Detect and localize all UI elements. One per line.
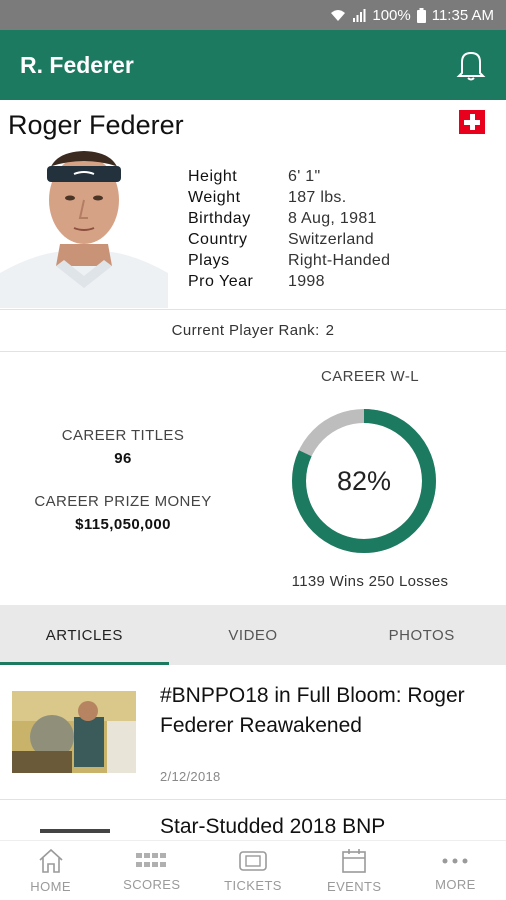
career-prize-money: CAREER PRIZE MONEY $115,050,000 [0, 493, 246, 533]
nav-events[interactable]: EVENTS [304, 841, 405, 900]
career-wl-percent: 82% [336, 465, 392, 496]
article-title[interactable]: #BNPPO18 in Full Bloom: Roger Federer Re… [160, 681, 490, 741]
article-thumbnail[interactable] [40, 829, 110, 833]
stat-value: Switzerland [288, 230, 375, 248]
nav-label: SCORES [123, 876, 181, 892]
nav-scores[interactable]: SCORES [101, 841, 202, 900]
bottom-nav: HOME SCORES TICKETS EVENTS MORE [0, 840, 506, 900]
stat-row-birthday: Birthday 8 Aug, 1981 [188, 208, 390, 229]
app-bar: R. Federer [0, 30, 506, 100]
nav-label: TICKETS [224, 877, 282, 893]
notification-bell-icon[interactable] [456, 48, 486, 82]
swiss-flag-icon [459, 110, 485, 134]
stat-value: Right-Handed [288, 251, 391, 269]
career-wl-summary: 1139 Wins 250 Losses [291, 573, 449, 590]
events-icon [342, 848, 367, 873]
tab-articles[interactable]: ARTICLES [0, 605, 169, 665]
articles-list: #BNPPO18 in Full Bloom: Roger Federer Re… [0, 665, 506, 840]
stat-label: Pro Year [188, 272, 254, 290]
stat-row-pro-year: Pro Year 1998 [188, 271, 390, 292]
player-stats: Height 6' 1" Weight 187 lbs. Birthday 8 … [188, 166, 390, 292]
article-thumbnail[interactable] [12, 691, 136, 773]
article-date: 2/12/2018 [160, 769, 221, 784]
career-prize-value: $115,050,000 [75, 516, 171, 533]
tickets-icon [239, 850, 267, 871]
career-stats: CAREER TITLES 96 CAREER PRIZE MONEY $115… [0, 352, 506, 605]
stat-label: Weight [188, 188, 241, 206]
player-name: Roger Federer [8, 110, 184, 140]
stat-value: 8 Aug, 1981 [288, 209, 377, 227]
home-icon [39, 848, 63, 873]
nav-label: MORE [435, 876, 476, 892]
stat-row-plays: Plays Right-Handed [188, 250, 390, 271]
battery-icon [416, 7, 426, 23]
list-item[interactable]: #BNPPO18 in Full Bloom: Roger Federer Re… [0, 665, 506, 800]
stat-label: Plays [188, 251, 230, 269]
career-prize-label: CAREER PRIZE MONEY [34, 493, 212, 510]
player-photo [0, 148, 168, 308]
stat-label: Birthday [188, 209, 251, 227]
stat-value: 6' 1" [288, 167, 321, 185]
stat-row-weight: Weight 187 lbs. [188, 187, 390, 208]
player-profile: Roger Federer Height 6' 1" Weight 187 lb… [0, 100, 506, 310]
career-titles: CAREER TITLES 96 [0, 427, 246, 467]
career-titles-label: CAREER TITLES [61, 427, 185, 444]
stat-row-height: Height 6' 1" [188, 166, 390, 187]
clock: 11:35 AM [431, 6, 494, 24]
tab-photos[interactable]: PHOTOS [337, 605, 506, 665]
nav-label: EVENTS [327, 878, 382, 894]
career-wl-title: CAREER W-L [321, 368, 419, 385]
stat-row-country: Country Switzerland [188, 229, 390, 250]
nav-more[interactable]: MORE [405, 841, 506, 900]
signal-icon [353, 9, 366, 22]
rank-value: 2 [325, 322, 335, 339]
nav-tickets[interactable]: TICKETS [202, 841, 303, 900]
stat-value: 1998 [288, 272, 325, 290]
article-title[interactable]: Star-Studded 2018 BNP [160, 815, 385, 839]
career-titles-value: 96 [114, 450, 132, 467]
rank-label: Current Player Rank: [171, 322, 320, 339]
stat-value: 187 lbs. [288, 188, 347, 206]
nav-home[interactable]: HOME [0, 841, 101, 900]
content-tabs: ARTICLES VIDEO PHOTOS [0, 605, 506, 665]
wifi-icon [331, 10, 346, 21]
battery-percent: 100% [372, 6, 411, 24]
app-title: R. Federer [20, 51, 134, 78]
scores-icon [135, 852, 166, 867]
nav-label: HOME [30, 878, 71, 894]
stat-label: Height [188, 167, 238, 185]
stat-label: Country [188, 230, 248, 248]
player-rank: Current Player Rank: 2 [0, 310, 506, 352]
tab-video[interactable]: VIDEO [169, 605, 338, 665]
status-bar: 100% 11:35 AM [0, 0, 506, 30]
more-icon [442, 858, 468, 863]
